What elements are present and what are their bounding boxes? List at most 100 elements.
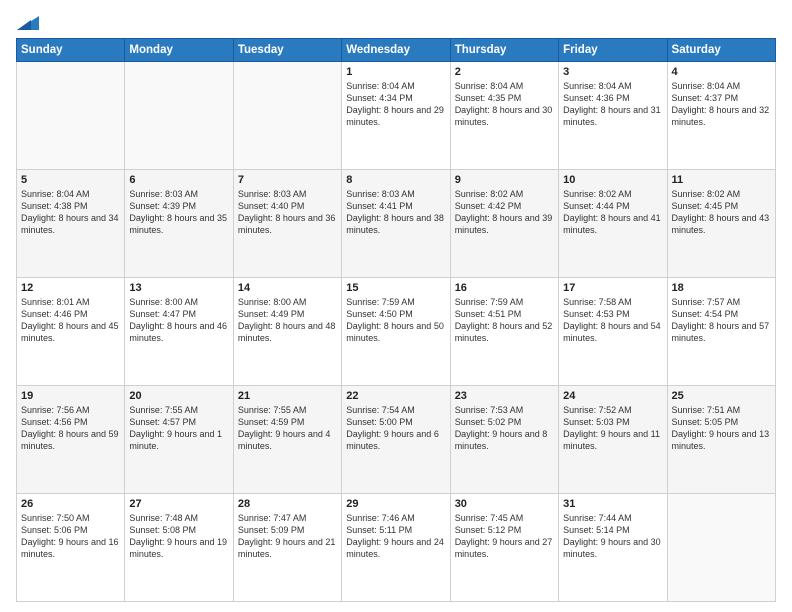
- calendar-cell: 10 Sunrise: 8:02 AM Sunset: 4:44 PM Dayli…: [559, 170, 667, 278]
- calendar-cell: 16 Sunrise: 7:59 AM Sunset: 4:51 PM Dayli…: [450, 278, 558, 386]
- calendar-cell: 27 Sunrise: 7:48 AM Sunset: 5:08 PM Dayli…: [125, 494, 233, 602]
- calendar-cell: 1 Sunrise: 8:04 AM Sunset: 4:34 PM Daylig…: [342, 62, 450, 170]
- day-info: Sunrise: 8:03 AM Sunset: 4:41 PM Dayligh…: [346, 188, 445, 237]
- day-number: 5: [21, 174, 120, 186]
- day-number: 30: [455, 498, 554, 510]
- calendar-cell: 5 Sunrise: 8:04 AM Sunset: 4:38 PM Daylig…: [17, 170, 125, 278]
- day-number: 16: [455, 282, 554, 294]
- day-info: Sunrise: 8:04 AM Sunset: 4:34 PM Dayligh…: [346, 80, 445, 129]
- logo-icon: [17, 12, 39, 30]
- day-number: 27: [129, 498, 228, 510]
- day-info: Sunrise: 7:48 AM Sunset: 5:08 PM Dayligh…: [129, 512, 228, 561]
- day-info: Sunrise: 7:52 AM Sunset: 5:03 PM Dayligh…: [563, 404, 662, 453]
- day-number: 12: [21, 282, 120, 294]
- calendar-cell: [233, 62, 341, 170]
- calendar-cell: 15Sunrise: 7:59 AM Sunset: 4:50 PM Dayli…: [342, 278, 450, 386]
- calendar-cell: 3Sunrise: 8:04 AM Sunset: 4:36 PM Daylig…: [559, 62, 667, 170]
- day-info: Sunrise: 7:50 AM Sunset: 5:06 PM Dayligh…: [21, 512, 120, 561]
- day-info: Sunrise: 7:59 AM Sunset: 4:50 PM Dayligh…: [346, 296, 445, 345]
- day-info: Sunrise: 7:54 AM Sunset: 5:00 PM Dayligh…: [346, 404, 445, 453]
- calendar-cell: 26 Sunrise: 7:50 AM Sunset: 5:06 PM Dayli…: [17, 494, 125, 602]
- day-number: 31: [563, 498, 662, 510]
- day-number: 21: [238, 390, 337, 402]
- day-info: Sunrise: 8:03 AM Sunset: 4:39 PM Dayligh…: [129, 188, 228, 237]
- calendar-cell: [125, 62, 233, 170]
- calendar-table: SundayMondayTuesdayWednesdayThursdayFrid…: [16, 38, 776, 602]
- day-number: 8: [346, 174, 445, 186]
- day-info: Sunrise: 7:58 AM Sunset: 4:53 PM Dayligh…: [563, 296, 662, 345]
- calendar-cell: 24 Sunrise: 7:52 AM Sunset: 5:03 PM Dayli…: [559, 386, 667, 494]
- day-number: 28: [238, 498, 337, 510]
- day-info: Sunrise: 7:51 AM Sunset: 5:05 PM Dayligh…: [672, 404, 771, 453]
- calendar-day-header: Saturday: [667, 39, 775, 62]
- day-number: 1: [346, 66, 445, 78]
- day-info: Sunrise: 8:00 AM Sunset: 4:47 PM Dayligh…: [129, 296, 228, 345]
- calendar-cell: [17, 62, 125, 170]
- calendar-cell: 25 Sunrise: 7:51 AM Sunset: 5:05 PM Dayli…: [667, 386, 775, 494]
- calendar-cell: 22 Sunrise: 7:54 AM Sunset: 5:00 PM Dayli…: [342, 386, 450, 494]
- calendar-week-row: 19 Sunrise: 7:56 AM Sunset: 4:56 PM Dayli…: [17, 386, 776, 494]
- day-info: Sunrise: 7:45 AM Sunset: 5:12 PM Dayligh…: [455, 512, 554, 561]
- calendar-cell: 12 Sunrise: 8:01 AM Sunset: 4:46 PM Dayli…: [17, 278, 125, 386]
- calendar-cell: 21Sunrise: 7:55 AM Sunset: 4:59 PM Dayli…: [233, 386, 341, 494]
- calendar-cell: 4 Sunrise: 8:04 AM Sunset: 4:37 PM Daylig…: [667, 62, 775, 170]
- day-info: Sunrise: 8:03 AM Sunset: 4:40 PM Dayligh…: [238, 188, 337, 237]
- calendar-day-header: Monday: [125, 39, 233, 62]
- calendar-cell: [667, 494, 775, 602]
- day-info: Sunrise: 7:55 AM Sunset: 4:57 PM Dayligh…: [129, 404, 228, 453]
- day-number: 13: [129, 282, 228, 294]
- calendar-cell: 17 Sunrise: 7:58 AM Sunset: 4:53 PM Dayli…: [559, 278, 667, 386]
- day-number: 25: [672, 390, 771, 402]
- calendar-week-row: 5 Sunrise: 8:04 AM Sunset: 4:38 PM Daylig…: [17, 170, 776, 278]
- calendar-cell: 8 Sunrise: 8:03 AM Sunset: 4:41 PM Daylig…: [342, 170, 450, 278]
- day-info: Sunrise: 8:04 AM Sunset: 4:36 PM Dayligh…: [563, 80, 662, 129]
- day-info: Sunrise: 7:56 AM Sunset: 4:56 PM Dayligh…: [21, 404, 120, 453]
- header: [16, 12, 776, 30]
- calendar-cell: 28 Sunrise: 7:47 AM Sunset: 5:09 PM Dayli…: [233, 494, 341, 602]
- calendar-cell: 6 Sunrise: 8:03 AM Sunset: 4:39 PM Daylig…: [125, 170, 233, 278]
- day-number: 22: [346, 390, 445, 402]
- day-number: 17: [563, 282, 662, 294]
- calendar-cell: 7Sunrise: 8:03 AM Sunset: 4:40 PM Daylig…: [233, 170, 341, 278]
- day-number: 6: [129, 174, 228, 186]
- day-info: Sunrise: 8:04 AM Sunset: 4:38 PM Dayligh…: [21, 188, 120, 237]
- day-info: Sunrise: 7:57 AM Sunset: 4:54 PM Dayligh…: [672, 296, 771, 345]
- day-number: 2: [455, 66, 554, 78]
- day-info: Sunrise: 7:59 AM Sunset: 4:51 PM Dayligh…: [455, 296, 554, 345]
- day-number: 4: [672, 66, 771, 78]
- day-number: 19: [21, 390, 120, 402]
- day-info: Sunrise: 8:04 AM Sunset: 4:37 PM Dayligh…: [672, 80, 771, 129]
- calendar-day-header: Friday: [559, 39, 667, 62]
- calendar-day-header: Thursday: [450, 39, 558, 62]
- day-info: Sunrise: 8:01 AM Sunset: 4:46 PM Dayligh…: [21, 296, 120, 345]
- day-info: Sunrise: 7:44 AM Sunset: 5:14 PM Dayligh…: [563, 512, 662, 561]
- day-number: 24: [563, 390, 662, 402]
- day-info: Sunrise: 8:02 AM Sunset: 4:44 PM Dayligh…: [563, 188, 662, 237]
- calendar-cell: 30 Sunrise: 7:45 AM Sunset: 5:12 PM Dayli…: [450, 494, 558, 602]
- logo: [16, 12, 39, 30]
- day-number: 14: [238, 282, 337, 294]
- day-number: 29: [346, 498, 445, 510]
- day-info: Sunrise: 7:47 AM Sunset: 5:09 PM Dayligh…: [238, 512, 337, 561]
- calendar-week-row: 12 Sunrise: 8:01 AM Sunset: 4:46 PM Dayli…: [17, 278, 776, 386]
- calendar-day-header: Tuesday: [233, 39, 341, 62]
- calendar-cell: 14 Sunrise: 8:00 AM Sunset: 4:49 PM Dayli…: [233, 278, 341, 386]
- day-info: Sunrise: 8:02 AM Sunset: 4:45 PM Dayligh…: [672, 188, 771, 237]
- day-info: Sunrise: 8:00 AM Sunset: 4:49 PM Dayligh…: [238, 296, 337, 345]
- calendar-cell: 31 Sunrise: 7:44 AM Sunset: 5:14 PM Dayli…: [559, 494, 667, 602]
- calendar-day-header: Sunday: [17, 39, 125, 62]
- calendar-cell: 2Sunrise: 8:04 AM Sunset: 4:35 PM Daylig…: [450, 62, 558, 170]
- day-number: 18: [672, 282, 771, 294]
- calendar-cell: 9Sunrise: 8:02 AM Sunset: 4:42 PM Daylig…: [450, 170, 558, 278]
- day-number: 10: [563, 174, 662, 186]
- day-number: 11: [672, 174, 771, 186]
- calendar-cell: 11 Sunrise: 8:02 AM Sunset: 4:45 PM Dayli…: [667, 170, 775, 278]
- calendar-cell: 20Sunrise: 7:55 AM Sunset: 4:57 PM Dayli…: [125, 386, 233, 494]
- calendar-week-row: 1 Sunrise: 8:04 AM Sunset: 4:34 PM Daylig…: [17, 62, 776, 170]
- day-number: 26: [21, 498, 120, 510]
- day-number: 9: [455, 174, 554, 186]
- calendar-week-row: 26 Sunrise: 7:50 AM Sunset: 5:06 PM Dayli…: [17, 494, 776, 602]
- calendar-cell: 13 Sunrise: 8:00 AM Sunset: 4:47 PM Dayli…: [125, 278, 233, 386]
- day-info: Sunrise: 7:53 AM Sunset: 5:02 PM Dayligh…: [455, 404, 554, 453]
- calendar-cell: 18 Sunrise: 7:57 AM Sunset: 4:54 PM Dayli…: [667, 278, 775, 386]
